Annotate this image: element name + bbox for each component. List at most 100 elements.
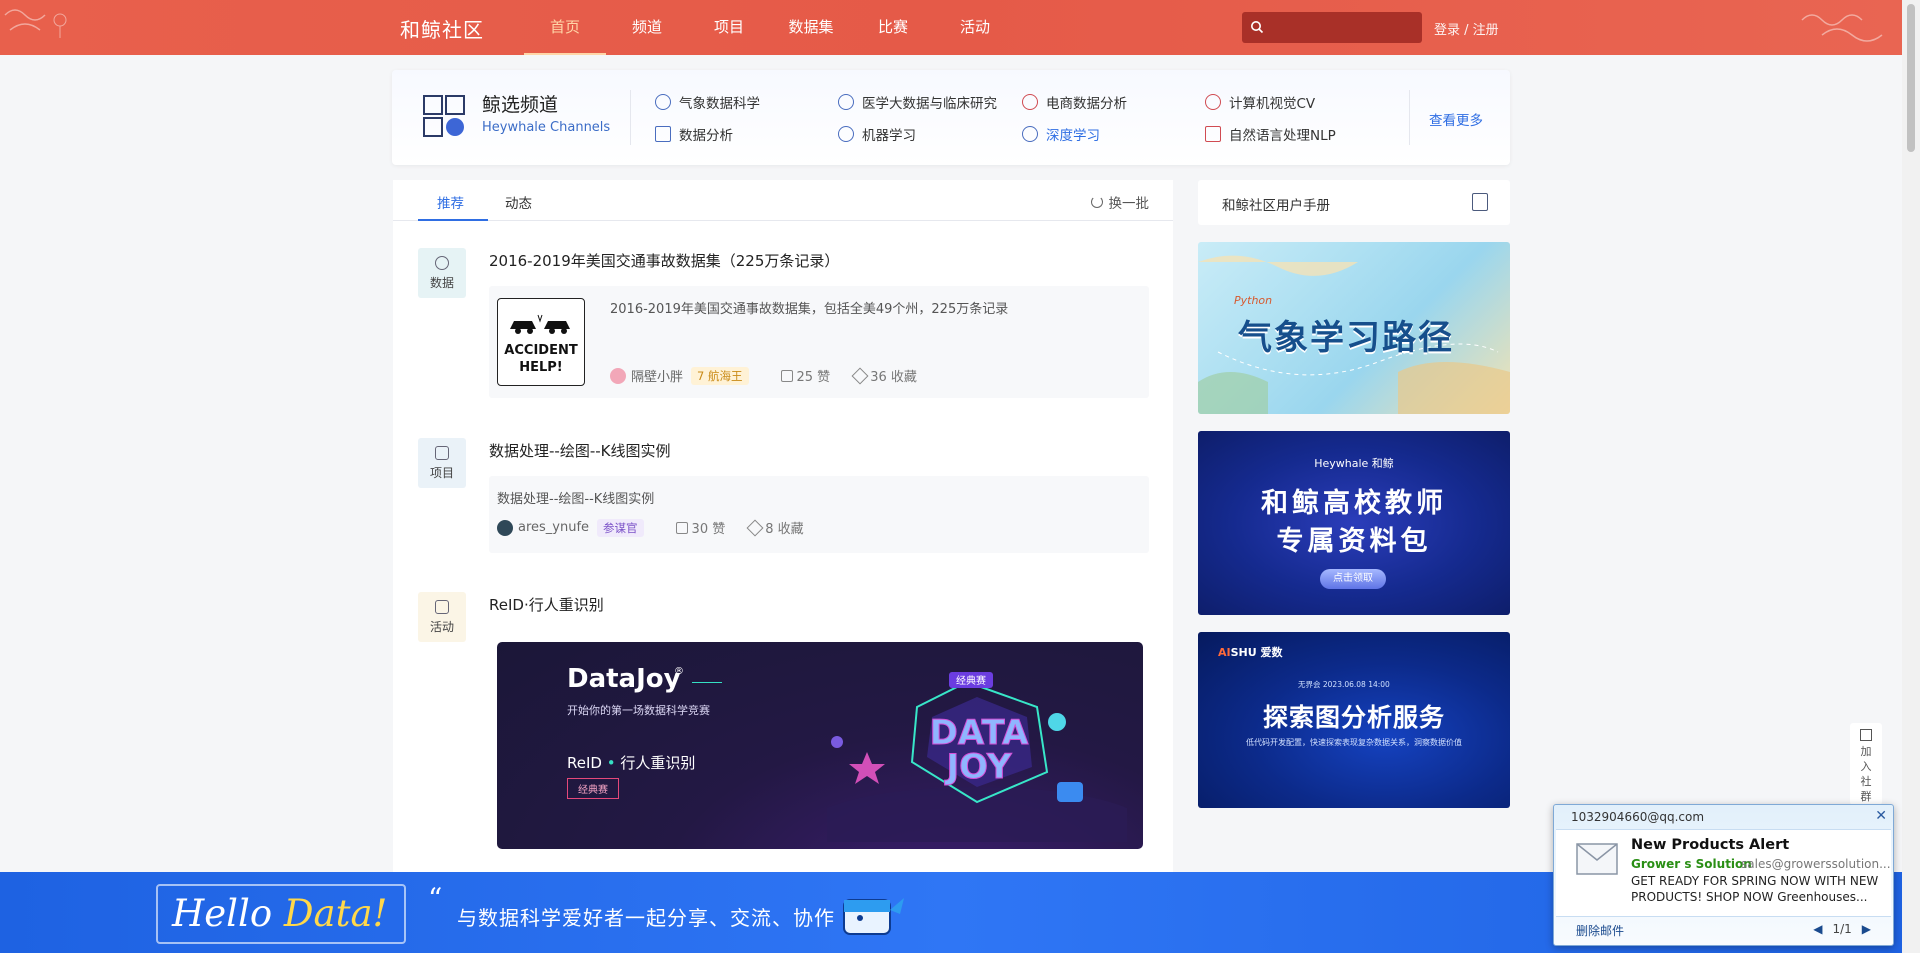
favorite-button[interactable]: 36 收藏 <box>851 366 917 385</box>
banner-line <box>692 682 722 683</box>
username[interactable]: ares_ynufe <box>518 520 589 535</box>
post-title[interactable]: 2016-2019年美国交通事故数据集（225万条记录） <box>489 250 839 271</box>
ad-teacher-pack[interactable]: Heywhale 和鲸 和鲸高校教师 专属资料包 点击领取 <box>1198 431 1510 615</box>
car-crash-icon <box>510 314 570 334</box>
next-arrow-icon[interactable]: ▶ <box>1862 922 1871 936</box>
data-word: Data! <box>283 892 388 935</box>
art-badge-text: 经典赛 <box>956 674 986 687</box>
star-icon <box>851 367 869 384</box>
tag-icon <box>1022 94 1038 110</box>
avatar[interactable] <box>497 519 513 536</box>
main-nav: 首页 频道 项目 数据集 比赛 活动 <box>524 0 1016 55</box>
page-scrollbar[interactable] <box>1902 0 1920 953</box>
channel-ml[interactable]: 机器学习 <box>838 124 916 144</box>
avatar[interactable] <box>610 367 626 384</box>
banner-name-pre: ReID <box>567 754 602 772</box>
login-register-link[interactable]: 登录 / 注册 <box>1434 19 1499 38</box>
refresh-button[interactable]: 换一批 <box>1090 192 1150 212</box>
thumbs-up-icon <box>675 521 688 534</box>
user-level-badge: 7 航海王 <box>691 366 749 385</box>
medical-cross-icon <box>838 94 854 110</box>
channels-subtitle: Heywhale Channels <box>482 120 611 135</box>
channel-ecommerce[interactable]: 电商数据分析 <box>1022 92 1127 112</box>
envelope-icon <box>1576 843 1618 875</box>
ad-claim-button[interactable]: 点击领取 <box>1320 569 1386 589</box>
post-card[interactable]: 数据处理--绘图--K线图实例 ares_ynufe 参谋官 30 赞 8 收藏 <box>489 476 1149 553</box>
search-icon[interactable] <box>1250 20 1264 34</box>
ad-title-line2: 专属资料包 <box>1276 526 1432 557</box>
tab-activity[interactable]: 动态 <box>505 192 532 212</box>
nav-datasets[interactable]: 数据集 <box>770 0 852 55</box>
join-community-button[interactable]: 加 入 社 群 <box>1850 723 1882 805</box>
channel-label: 自然语言处理NLP <box>1229 128 1336 144</box>
notification-pager: ◀ 1/1 ▶ <box>1813 922 1871 936</box>
quote-mark: “ <box>428 882 443 915</box>
like-button[interactable]: 30 赞 <box>675 518 726 537</box>
refresh-label: 换一批 <box>1108 196 1150 212</box>
globe-icon <box>655 94 671 110</box>
featured-channels: 鲸选频道 Heywhale Channels 气象数据科学 医学大数据与临床研究… <box>392 70 1510 165</box>
email-preview: GET READY FOR SPRING NOW WITH NEW PRODUC… <box>1631 874 1879 904</box>
delete-email-link[interactable]: 删除邮件 <box>1576 922 1624 939</box>
flag-icon <box>435 600 449 614</box>
thumbs-up-icon <box>780 369 793 382</box>
channels-more-link[interactable]: 查看更多 <box>1429 109 1483 129</box>
banner-name-dot: • <box>601 754 621 772</box>
page-indicator: 1/1 <box>1832 922 1852 936</box>
email-notification-popup: 1032904660@qq.com ✕ New Products Alert G… <box>1553 804 1894 946</box>
search-input[interactable] <box>1270 12 1418 43</box>
email-sender: Grower s Solution <box>1631 857 1752 871</box>
thumb-text: HELP! <box>519 360 563 375</box>
email-subject[interactable]: New Products Alert <box>1631 837 1789 853</box>
favorite-button[interactable]: 8 收藏 <box>746 518 804 537</box>
channel-cv[interactable]: 计算机视觉CV <box>1205 92 1315 112</box>
channels-divider <box>630 90 631 145</box>
prev-arrow-icon[interactable]: ◀ <box>1813 922 1822 936</box>
like-count: 30 赞 <box>691 522 726 537</box>
nav-competitions[interactable]: 比赛 <box>852 0 934 55</box>
notification-account: 1032904660@qq.com <box>1571 810 1705 824</box>
type-label: 活动 <box>429 620 454 634</box>
line-chart-icon <box>655 126 671 142</box>
nav-channels[interactable]: 频道 <box>606 0 688 55</box>
cloud-decoration-icon <box>4 9 67 38</box>
favorite-count: 8 收藏 <box>765 522 804 537</box>
scrollbar-thumb[interactable] <box>1907 4 1915 152</box>
username[interactable]: 隔壁小胖 <box>631 366 683 385</box>
post-title[interactable]: ReID·行人重识别 <box>489 594 604 615</box>
manual-label: 和鲸社区用户手册 <box>1222 198 1330 214</box>
channel-medical[interactable]: 医学大数据与临床研究 <box>838 92 997 112</box>
tab-recommend[interactable]: 推荐 <box>437 192 464 212</box>
datajoy-art-icon: 经典赛 DATA JOY <box>827 672 1127 842</box>
brain-icon <box>838 126 854 142</box>
like-button[interactable]: 25 赞 <box>780 366 830 385</box>
banner-tagline: 开始你的第一场数据科学竞赛 <box>567 704 710 717</box>
type-label: 项目 <box>429 466 454 480</box>
close-icon[interactable]: ✕ <box>1875 808 1887 824</box>
nav-projects[interactable]: 项目 <box>688 0 770 55</box>
nav-events[interactable]: 活动 <box>934 0 1016 55</box>
channel-nlp[interactable]: 自然语言处理NLP <box>1205 124 1336 144</box>
channel-label: 电商数据分析 <box>1046 96 1127 112</box>
ad-title: 气象学习路径 <box>1238 318 1454 358</box>
event-banner[interactable]: DataJoy ® 开始你的第一场数据科学竞赛 ReID • 行人重识别 经典赛… <box>497 642 1143 849</box>
ad-brand: Heywhale 和鲸 <box>1314 457 1394 470</box>
channel-label: 气象数据科学 <box>679 96 760 112</box>
ad-graph-analysis[interactable]: AISHU 爱数 无界会 2023.06.08 14:00 探索图分析服务 低代… <box>1198 632 1510 808</box>
dataset-thumbnail: ACCIDENT HELP! <box>497 298 585 386</box>
user-manual-link[interactable]: 和鲸社区用户手册 <box>1198 180 1510 225</box>
type-badge: 活动 <box>418 592 466 642</box>
channels-divider <box>1409 90 1410 145</box>
post-card[interactable]: ACCIDENT HELP! 2016-2019年美国交通事故数据集，包括全美4… <box>489 286 1149 398</box>
post-meta: 隔壁小胖 7 航海王 25 赞 36 收藏 <box>610 366 941 385</box>
recommend-feed: 推荐 动态 换一批 数据 2016-2019年美国交通事故数据集（225万条记录… <box>393 180 1173 953</box>
ad-weather-path[interactable]: Python 气象学习路径 <box>1198 242 1510 414</box>
channel-label: 数据分析 <box>679 128 733 144</box>
nav-home[interactable]: 首页 <box>524 0 606 55</box>
site-logo[interactable]: 和鲸社区 <box>400 14 484 43</box>
channel-dl[interactable]: 深度学习 <box>1022 124 1100 144</box>
channel-data-analysis[interactable]: 数据分析 <box>655 124 733 144</box>
channel-weather[interactable]: 气象数据科学 <box>655 92 760 112</box>
post-title[interactable]: 数据处理--绘图--K线图实例 <box>489 440 671 461</box>
banner-name-post: 行人重识别 <box>620 754 696 772</box>
